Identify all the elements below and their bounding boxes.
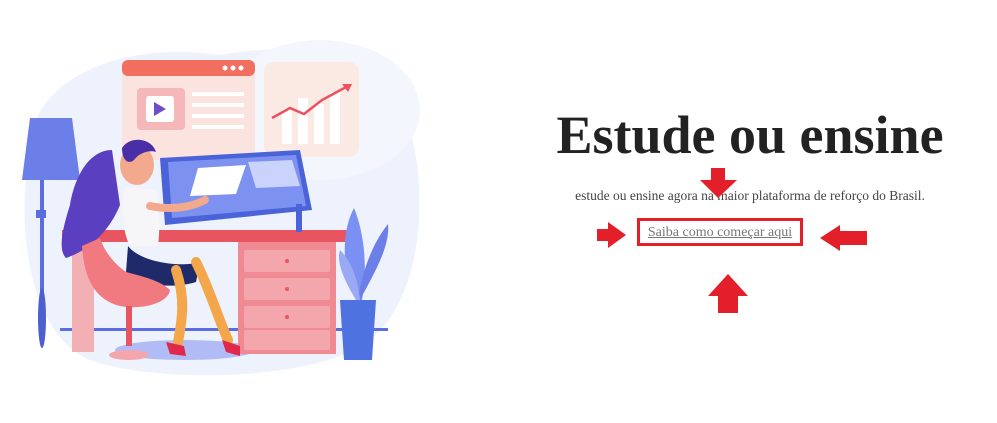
cta-link[interactable]: Saiba como começar aqui (640, 224, 800, 242)
play-icon (146, 96, 174, 122)
hero-subtitle: estude ou ensine agora na maior platafor… (575, 188, 925, 203)
hero-section: Estude ou ensine estude ou ensine agora … (520, 100, 980, 300)
hero-illustration (22, 40, 420, 376)
cta-highlight-box: Saiba como começar aqui (637, 218, 803, 246)
trend-chart-icon (264, 62, 359, 157)
hero-title: Estude ou ensine (556, 105, 944, 165)
